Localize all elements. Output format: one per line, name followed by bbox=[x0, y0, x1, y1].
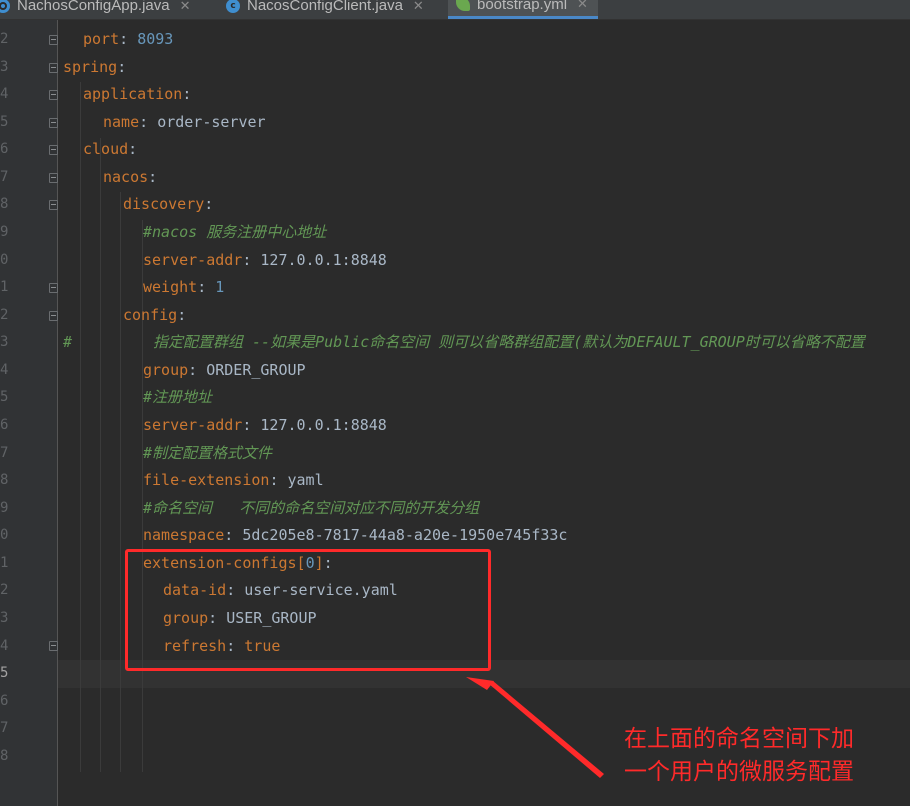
arrow-shaft bbox=[489, 681, 604, 778]
annotation-text: 在上面的命名空间下加 一个用户的微服务配置 bbox=[624, 726, 854, 785]
annotation-arrow bbox=[466, 677, 604, 778]
